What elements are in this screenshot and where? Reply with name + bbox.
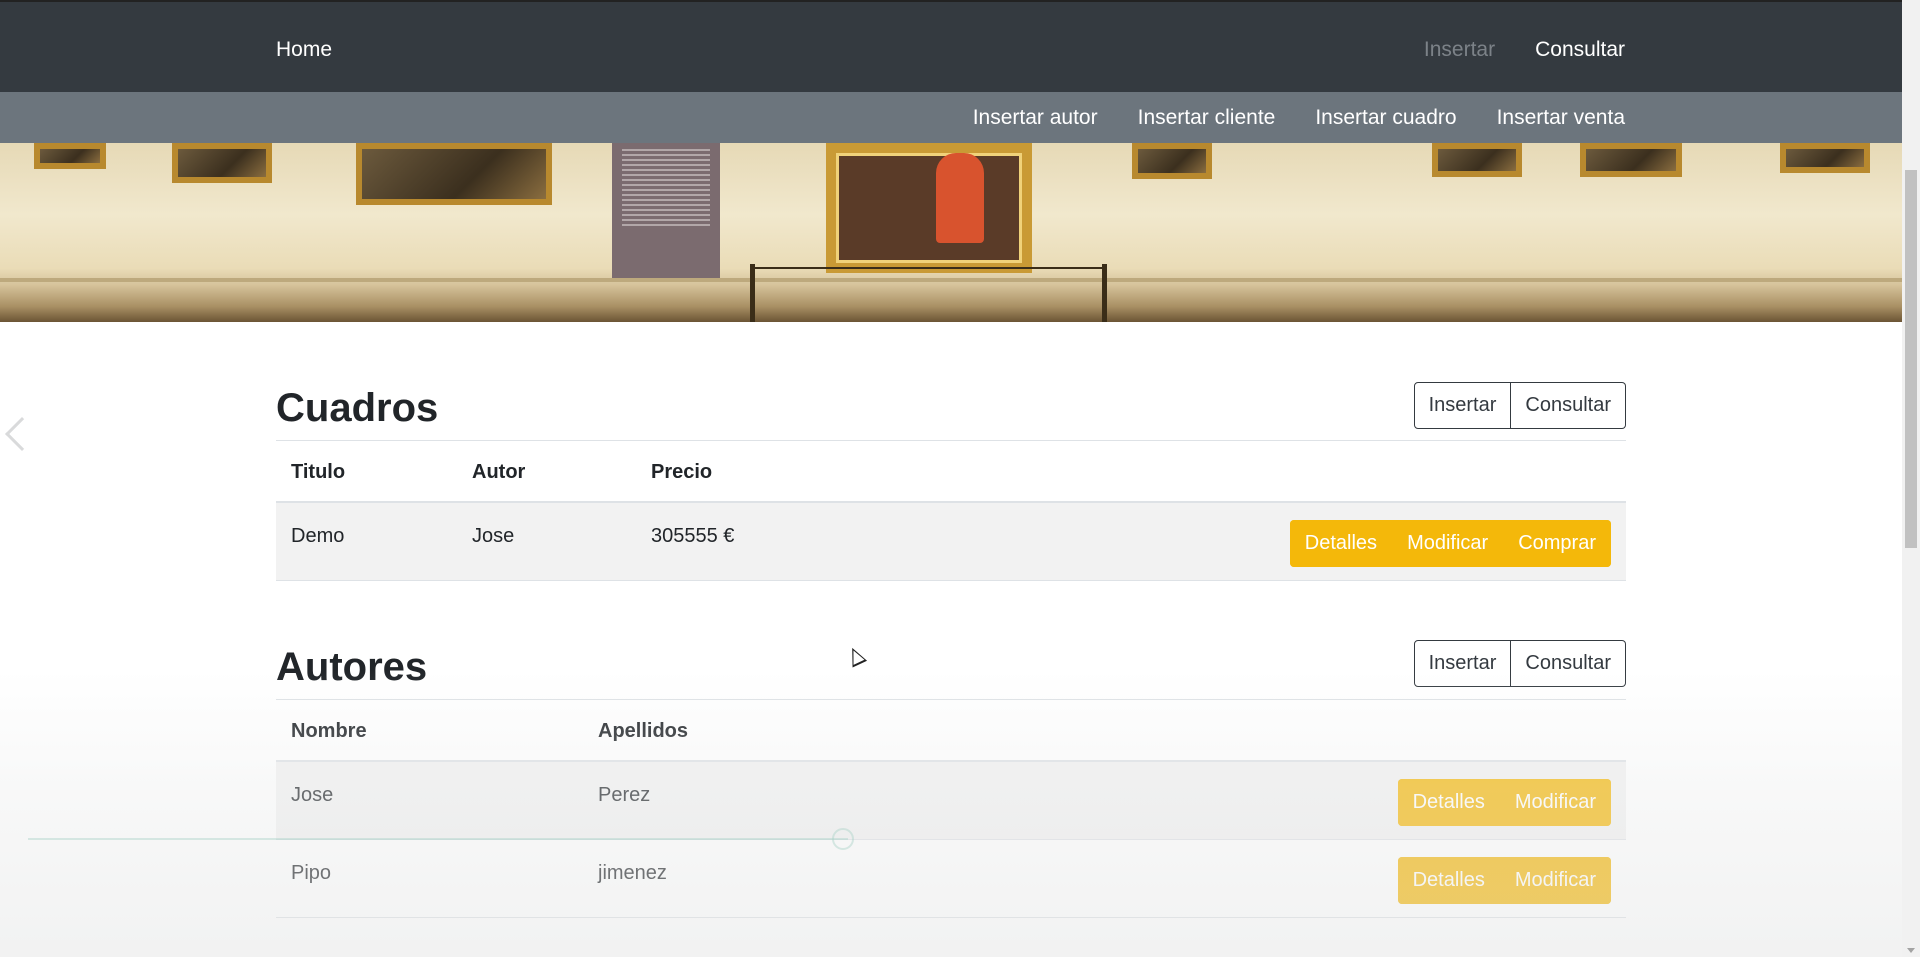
row-actions: Detalles Modificar (1397, 779, 1611, 826)
table-row: Demo Jose 305555 € Detalles Modificar Co… (276, 503, 1626, 581)
faint-progress-handle (832, 828, 854, 850)
column-header-autor: Autor (472, 461, 526, 483)
cuadros-consult-button[interactable]: Consultar (1511, 382, 1626, 429)
sub-nav-links: Insertar autor Insertar cliente Insertar… (933, 106, 1625, 130)
cell-nombre: Pipo (291, 862, 332, 884)
page-scrollbar[interactable] (1902, 0, 1920, 957)
details-button[interactable]: Detalles (1397, 779, 1500, 826)
banner-floor (0, 284, 1902, 322)
painting-frame (172, 143, 272, 183)
table-header: Titulo Autor Precio (276, 441, 1626, 503)
chevron-down-icon[interactable] (1907, 948, 1915, 953)
nav-consultar-link[interactable]: Consultar (1535, 38, 1625, 62)
banner-rail (0, 278, 1902, 282)
row-actions: Detalles Modificar Comprar (1289, 520, 1611, 567)
rope-post (750, 264, 755, 322)
painting-frame (1780, 143, 1870, 173)
column-header-apellidos: Apellidos (598, 720, 689, 742)
cuadros-title: Cuadros (276, 386, 439, 430)
cuadros-button-group: Insertar Consultar (1413, 382, 1626, 429)
chevron-left-icon[interactable] (5, 417, 39, 451)
featured-painting-frame (826, 143, 1032, 273)
rope-post (1102, 264, 1107, 322)
column-header-titulo: Titulo (291, 461, 346, 483)
wall-placard (612, 143, 720, 278)
autores-title: Autores (276, 645, 428, 689)
cuadros-insert-button[interactable]: Insertar (1413, 382, 1512, 429)
painting-frame (34, 143, 106, 169)
buy-button[interactable]: Comprar (1503, 520, 1611, 567)
top-nav-links: Insertar Consultar (1384, 38, 1625, 62)
insert-painting-link[interactable]: Insertar cuadro (1315, 106, 1456, 130)
mouse-cursor-icon (844, 644, 868, 668)
insert-sale-link[interactable]: Insertar venta (1497, 106, 1625, 130)
gallery-banner-image (0, 143, 1902, 322)
table-row: Jose Perez Detalles Modificar (276, 762, 1626, 840)
sub-navbar: Insertar autor Insertar cliente Insertar… (0, 92, 1902, 143)
painting-frame (1432, 143, 1522, 177)
cell-autor: Jose (472, 525, 515, 547)
nav-insertar-link[interactable]: Insertar (1424, 38, 1495, 62)
table-header: Nombre Apellidos (276, 700, 1626, 762)
autores-button-group: Insertar Consultar (1413, 640, 1626, 687)
details-button[interactable]: Detalles (1397, 857, 1500, 904)
row-actions: Detalles Modificar (1397, 857, 1611, 904)
cell-apellidos: jimenez (598, 862, 667, 884)
modify-button[interactable]: Modificar (1499, 857, 1611, 904)
cell-titulo: Demo (291, 525, 345, 547)
cell-apellidos: Perez (598, 784, 651, 806)
details-button[interactable]: Detalles (1289, 520, 1393, 567)
autores-insert-button[interactable]: Insertar (1413, 640, 1512, 687)
column-header-precio: Precio (651, 461, 713, 483)
painting-frame (356, 143, 552, 205)
scrollbar-thumb[interactable] (1905, 170, 1917, 548)
faint-progress-line (28, 838, 848, 840)
modify-button[interactable]: Modificar (1499, 779, 1611, 826)
table-row: Pipo jimenez Detalles Modificar (276, 840, 1626, 918)
autores-consult-button[interactable]: Consultar (1511, 640, 1626, 687)
cuadros-table: Titulo Autor Precio Demo Jose 305555 € D… (276, 440, 1626, 581)
painting-frame (1580, 143, 1682, 177)
cell-precio: 305555 € (651, 525, 735, 547)
painting-frame (1132, 143, 1212, 179)
insert-client-link[interactable]: Insertar cliente (1138, 106, 1276, 130)
autores-table: Nombre Apellidos Jose Perez Detalles Mod… (276, 699, 1626, 918)
top-navbar: Home Insertar Consultar (0, 0, 1902, 92)
rope (752, 267, 1102, 269)
cell-nombre: Jose (291, 784, 334, 806)
home-link[interactable]: Home (276, 38, 332, 62)
insert-author-link[interactable]: Insertar autor (973, 106, 1098, 130)
column-header-nombre: Nombre (291, 720, 367, 742)
modify-button[interactable]: Modificar (1392, 520, 1504, 567)
